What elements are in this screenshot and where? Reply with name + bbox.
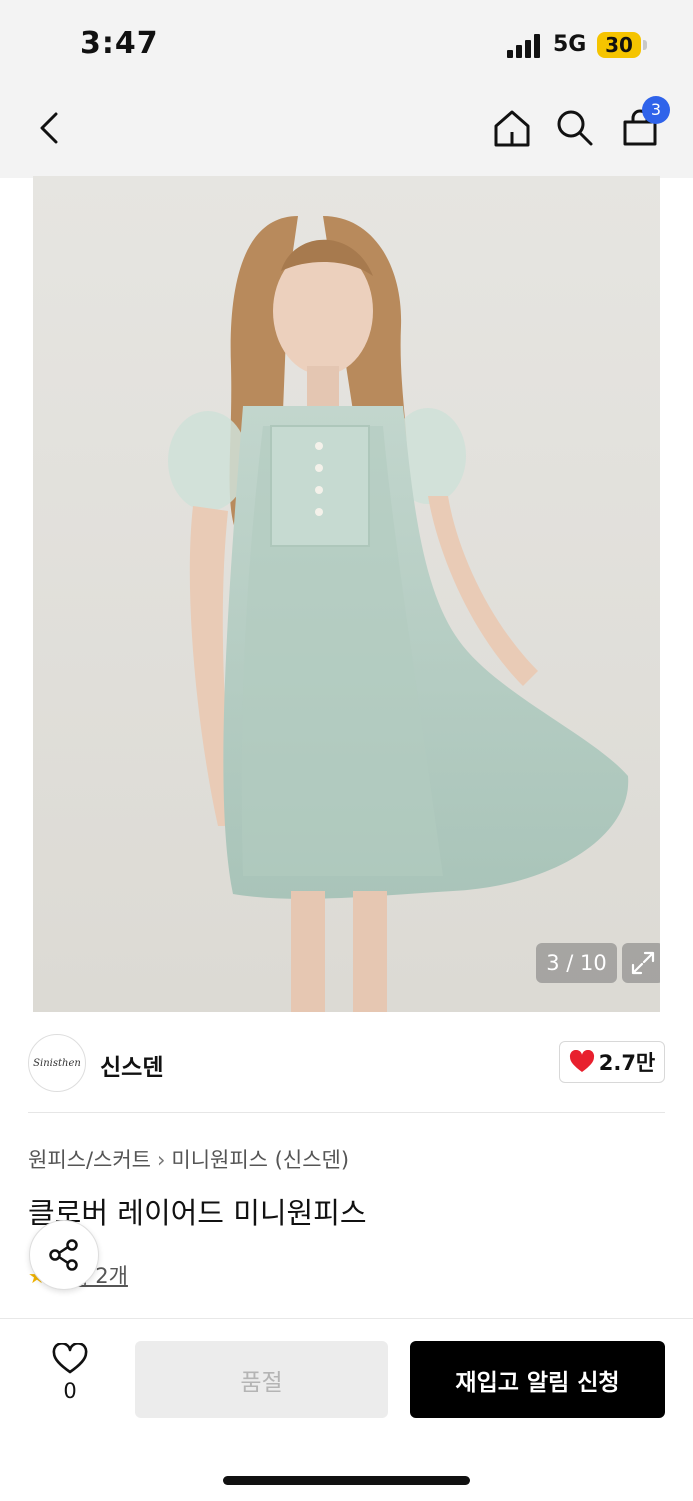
home-indicator[interactable] (223, 1476, 470, 1485)
bottom-action-bar: 0 품절 재입고 알림 신청 (0, 1318, 693, 1501)
wishlist-count: 0 (63, 1379, 77, 1403)
brand-like-count: 2.7만 (598, 1051, 656, 1075)
cart-button[interactable]: 3 (614, 96, 670, 154)
image-counter: 3 / 10 (536, 943, 617, 983)
network-label: 5G (553, 32, 587, 57)
brand-logo[interactable]: Sinisthen (28, 1034, 86, 1092)
breadcrumb: 원피스/스커트 › 미니원피스 (신스덴) (28, 1144, 349, 1174)
model-photo-illustration (33, 176, 660, 1012)
brand-logo-text: Sinisthen (33, 1057, 81, 1069)
soldout-button: 품절 (135, 1341, 388, 1418)
breadcrumb-category[interactable]: 원피스/스커트 (28, 1148, 151, 1172)
home-button[interactable] (486, 102, 538, 154)
home-icon (494, 110, 530, 147)
brand-row[interactable]: Sinisthen 신스덴 2.7만 (28, 1034, 665, 1092)
restock-alert-button[interactable]: 재입고 알림 신청 (410, 1341, 665, 1418)
signal-icon (507, 34, 543, 58)
wishlist-button[interactable]: 0 (42, 1342, 98, 1403)
expand-icon (631, 951, 655, 975)
heart-filled-icon (569, 1050, 594, 1072)
back-arrow-icon (40, 112, 58, 144)
search-button[interactable] (549, 102, 601, 154)
status-bar: 3:47 5G 30 (0, 0, 693, 92)
back-button[interactable] (24, 102, 76, 154)
share-icon (49, 1239, 78, 1271)
divider (28, 1112, 665, 1113)
cart-count-badge: 3 (642, 96, 670, 124)
product-image[interactable]: 3 / 10 (33, 176, 660, 1012)
battery-icon: 30 (597, 32, 641, 58)
search-icon (557, 110, 593, 146)
brand-name[interactable]: 신스덴 (100, 1048, 163, 1082)
share-button[interactable] (29, 1220, 99, 1290)
heart-outline-icon (52, 1342, 88, 1374)
status-time: 3:47 (80, 26, 159, 61)
battery-level: 30 (605, 33, 633, 57)
brand-like-button[interactable]: 2.7만 (559, 1041, 665, 1083)
breadcrumb-subcategory[interactable]: 미니원피스 (신스덴) (171, 1148, 349, 1172)
battery-tip (643, 40, 647, 50)
nav-bar: 3 (0, 92, 693, 172)
fullscreen-button[interactable] (622, 943, 660, 983)
chevron-right-icon: › (157, 1148, 166, 1172)
